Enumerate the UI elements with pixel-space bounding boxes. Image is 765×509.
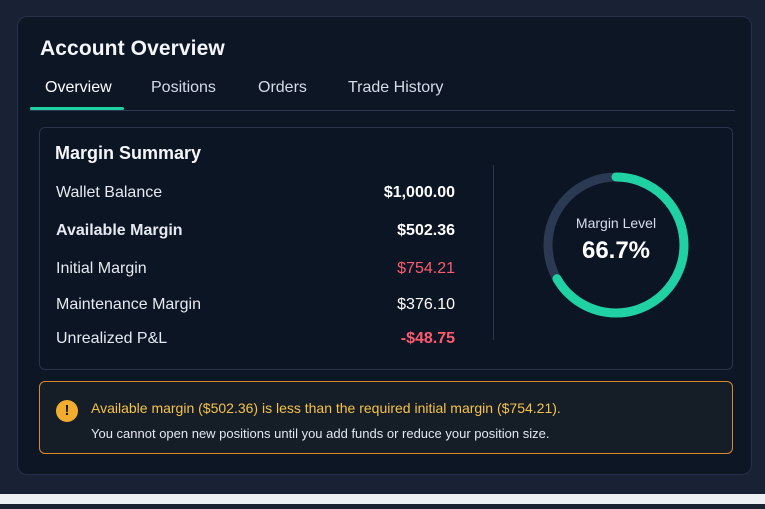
initial-margin-value: $754.21	[397, 260, 455, 277]
available-margin-value: $502.36	[397, 222, 455, 239]
account-overview-card: Account Overview Overview Positions Orde…	[17, 16, 752, 475]
margin-level-value: 66.7%	[581, 237, 651, 264]
margin-warning-alert: ! Available margin ($502.36) is less tha…	[39, 381, 733, 454]
row-maintenance-margin: Maintenance Margin $376.10	[40, 296, 480, 318]
available-margin-label: Available Margin	[56, 222, 183, 239]
tabs-divider	[30, 110, 735, 111]
alert-secondary-text: You cannot open new positions until you …	[91, 426, 550, 441]
bottom-strip-line	[0, 504, 765, 509]
margin-summary-title: Margin Summary	[55, 143, 202, 163]
wallet-balance-label: Wallet Balance	[56, 184, 163, 201]
tab-orders[interactable]: Orders	[258, 79, 307, 97]
row-available-margin: Available Margin $502.36	[40, 222, 480, 244]
unrealized-pnl-value: -$48.75	[400, 330, 455, 347]
row-wallet-balance: Wallet Balance $1,000.00	[40, 184, 480, 206]
summary-divider	[493, 165, 494, 340]
bottom-strip	[0, 494, 765, 509]
row-initial-margin: Initial Margin $754.21	[40, 260, 480, 282]
alert-primary-text: Available margin ($502.36) is less than …	[91, 400, 561, 416]
margin-summary-panel: Margin Summary Wallet Balance $1,000.00 …	[39, 127, 733, 370]
tab-overview[interactable]: Overview	[45, 79, 112, 97]
maintenance-margin-value: $376.10	[397, 296, 455, 313]
initial-margin-label: Initial Margin	[56, 260, 147, 277]
tab-positions[interactable]: Positions	[151, 79, 216, 97]
page-title: Account Overview	[40, 37, 225, 60]
tab-bar: Overview Positions Orders Trade History	[18, 79, 751, 113]
wallet-balance-value: $1,000.00	[383, 184, 455, 201]
tab-trade-history[interactable]: Trade History	[348, 79, 443, 97]
row-unrealized-pnl: Unrealized P&L -$48.75	[40, 330, 480, 352]
unrealized-pnl-label: Unrealized P&L	[56, 330, 168, 347]
maintenance-margin-label: Maintenance Margin	[56, 296, 201, 313]
margin-level-gauge: Margin Level 66.7%	[536, 165, 696, 325]
exclamation-icon: !	[56, 400, 78, 422]
margin-level-label: Margin Level	[575, 215, 657, 231]
